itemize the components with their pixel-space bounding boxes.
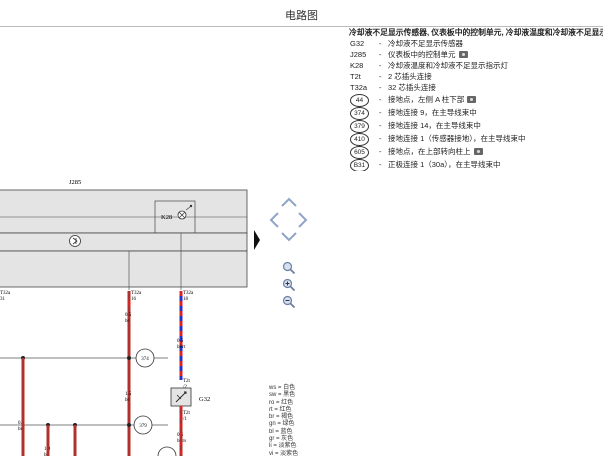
g32-bot-conn: T2t	[183, 411, 191, 416]
zoom-icon[interactable]	[282, 261, 296, 275]
wiring-diagram[interactable]: J285 K28 T32a 31 T32a 16 T32a 18 0.5 br …	[0, 170, 603, 456]
legend-description: 接地连接 1（传感器接地），在主导线束中	[388, 133, 526, 144]
expand-arrow-icon[interactable]	[254, 230, 260, 250]
color-key-entry: vi = 淡紫色	[269, 450, 299, 457]
camera-icon[interactable]	[458, 51, 468, 58]
component-legend: 冷却液不足显示传感器, 仪表板中的控制单元, 冷却液温度和冷却液不足显示灯 G3…	[349, 27, 603, 171]
w2-size: 0.5	[177, 339, 184, 344]
chevron-down-icon[interactable]	[279, 230, 299, 244]
zoom-in-icon[interactable]	[282, 278, 296, 292]
legend-description-text: 2 芯插头连接	[388, 72, 432, 81]
legend-description: 接地连接 14，在主导线束中	[388, 120, 481, 131]
legend-row: J285 - 仪表板中的控制单元	[349, 49, 603, 60]
zoom-out-icon[interactable]	[282, 295, 296, 309]
legend-ground-row: 379- 接地连接 14，在主导线束中	[349, 119, 603, 133]
camera-icon[interactable]	[467, 96, 477, 103]
legend-description: 接地点，在上部转向柱上	[388, 146, 483, 157]
legend-row: T2t -2 芯插头连接	[349, 71, 603, 82]
camera-icon[interactable]	[473, 148, 483, 155]
legend-code: G32	[350, 39, 365, 48]
color-key-entry: li = 淡紫色	[269, 443, 297, 450]
w2-color: bl/rt	[177, 345, 186, 350]
color-key-entry: gn = 绿色	[269, 421, 295, 428]
w3-color: br	[125, 398, 130, 403]
legend-heading: 冷却液不足显示传感器, 仪表板中的控制单元, 冷却液温度和冷却液不足显示灯	[349, 28, 603, 37]
legend-dash: -	[379, 121, 382, 130]
title-bar: 电路图	[0, 0, 603, 27]
chevron-right-icon[interactable]	[296, 210, 310, 230]
legend-description-text: 接地连接 14，在主导线束中	[388, 121, 481, 130]
legend-row: G32 - 冷却液不足显示传感器	[349, 38, 603, 49]
legend-description: 正极连接 1（30a），在主导线束中	[388, 159, 501, 170]
legend-description-text: 32 芯插头连接	[388, 83, 436, 92]
legend-description: 仪表板中的控制单元	[388, 49, 468, 60]
j285-label: J285	[69, 179, 81, 186]
legend-dash: -	[379, 147, 382, 156]
legend-code: J285	[350, 50, 367, 59]
g32-top-conn: T2t	[183, 379, 191, 384]
legend-description-text: 冷却液温度和冷却液不足显示指示灯	[388, 61, 508, 70]
legend-description-text: 接地连接 9，在主导线束中	[388, 108, 477, 117]
legend-description: 32 芯插头连接	[388, 82, 436, 93]
color-key-entry: bl = 蓝色	[269, 428, 293, 435]
legend-description: 接地点，左侧 A 柱下部	[388, 94, 477, 105]
legend-ground-row: 605- 接地点，在上部转向柱上	[349, 145, 603, 159]
legend-row: K28 - 冷却液温度和冷却液不足显示指示灯	[349, 60, 603, 71]
color-key-entry: sw = 黑色	[269, 392, 296, 399]
w1-size: 0.5	[125, 313, 132, 318]
ground-marker-partial	[157, 446, 177, 456]
legend-ground-row: 410- 接地连接 1（传感器接地），在主导线束中	[349, 132, 603, 146]
legend-dash: -	[379, 72, 382, 81]
j285-bottom-panel	[0, 250, 248, 288]
legend-code: T32a	[350, 83, 368, 92]
conn-c1-pin: 16	[131, 297, 137, 302]
g32-label: G32	[199, 396, 210, 403]
conn-c1-label: T32a	[131, 291, 142, 296]
legend-dash: -	[379, 83, 382, 92]
legend-dash: -	[379, 108, 382, 117]
control-unit-symbol-icon	[69, 235, 81, 247]
legend-code: K28	[350, 61, 364, 70]
w1-color: br	[125, 319, 130, 324]
conn-left-label: T32a	[0, 291, 11, 296]
g32-bot-pin: /1	[183, 417, 187, 422]
k28-label: K28	[161, 214, 172, 221]
legend-code: T2t	[350, 72, 361, 81]
legend-dash: -	[379, 61, 382, 70]
legend-dash: -	[379, 134, 382, 143]
color-key-entry: ro = 红色	[269, 399, 294, 406]
w3-size: 1.5	[125, 392, 132, 397]
ground-374-label: 374	[141, 357, 149, 362]
legend-description-text: 接地点，左侧 A 柱下部	[388, 95, 465, 104]
conn-c2-pin: 18	[183, 297, 189, 302]
chevron-up-icon[interactable]	[279, 195, 299, 209]
legend-dash: -	[379, 50, 382, 59]
window-title: 电路图	[285, 10, 318, 22]
ground-379-label: 379	[139, 424, 147, 429]
conn-c2-label: T32a	[183, 291, 194, 296]
legend-description-text: 接地连接 1（传感器接地），在主导线束中	[388, 134, 526, 143]
legend-list: G32- 冷却液不足显示传感器 J285- 仪表板中的控制单元 K28- 冷却液温度和冷却…	[349, 38, 603, 171]
legend-description-text: 正极连接 1（30a），在主导线束中	[388, 160, 501, 169]
legend-ground-row: 44- 接地点，左侧 A 柱下部	[349, 93, 603, 107]
legend-description-text: 接地点，在上部转向柱上	[388, 147, 471, 156]
legend-ground-row: 374- 接地连接 9，在主导线束中	[349, 106, 603, 120]
conn-left-pin: 31	[0, 297, 6, 302]
junction-2	[127, 356, 131, 360]
j285-middle-panel	[0, 232, 248, 252]
legend-description-text: 冷却液不足显示传感器	[388, 39, 463, 48]
wire-color-key: ws = 白色 sw = 黑色 ro = 红色 rt = 红色 br = 褐色 gn = …	[269, 385, 298, 458]
legend-description-text: 仪表板中的控制单元	[388, 50, 456, 59]
legend-dash: -	[379, 39, 382, 48]
chevron-left-icon[interactable]	[267, 210, 281, 230]
junction-5	[127, 423, 131, 427]
legend-description: 接地连接 9，在主导线束中	[388, 107, 477, 118]
legend-dash: -	[379, 95, 382, 104]
legend-description: 冷却液不足显示传感器	[388, 38, 463, 49]
legend-description: 冷却液温度和冷却液不足显示指示灯	[388, 60, 508, 71]
legend-dash: -	[379, 160, 382, 169]
j285-top-panel	[0, 189, 248, 234]
legend-description: 2 芯插头连接	[388, 71, 432, 82]
legend-row: T32a -32 芯插头连接	[349, 82, 603, 93]
